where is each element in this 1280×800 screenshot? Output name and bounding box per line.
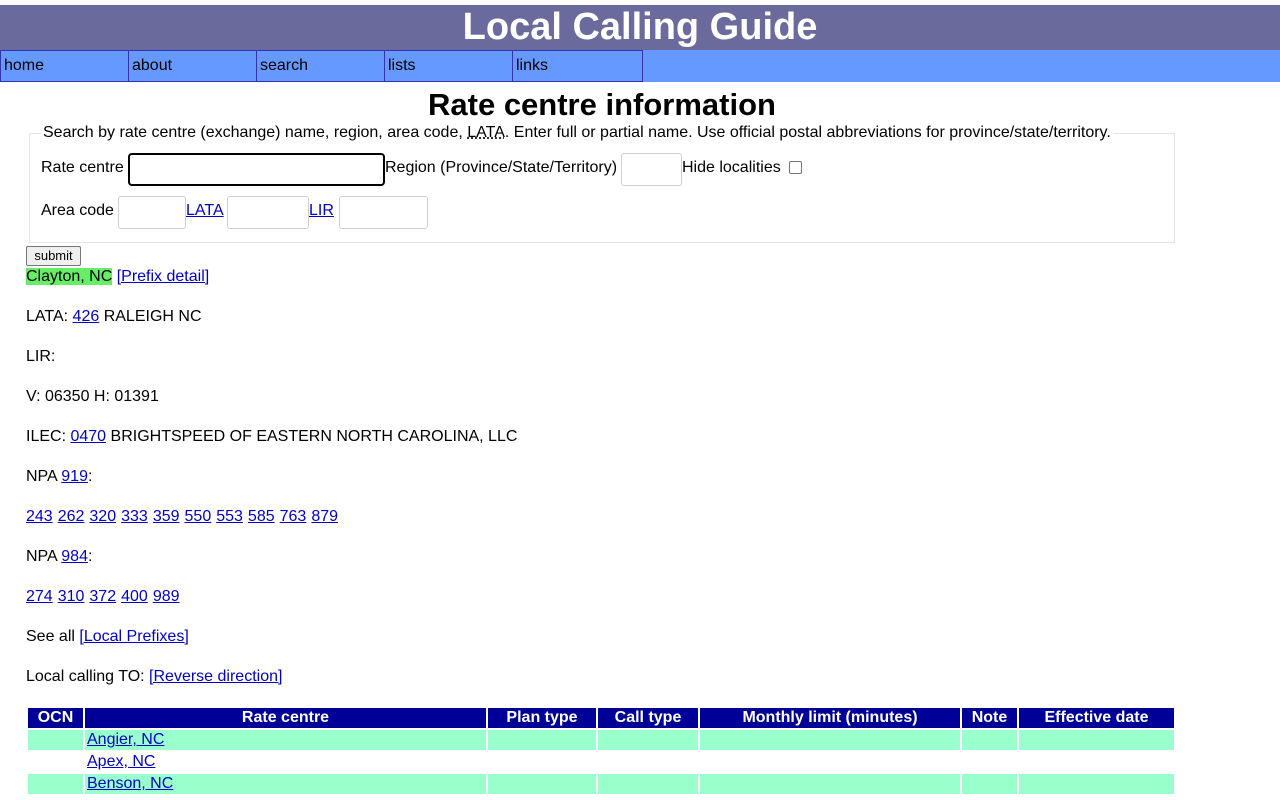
hide-localities-checkbox[interactable]: [789, 161, 802, 174]
nav-item-links[interactable]: links: [512, 50, 643, 82]
lata-name: RALEIGH NC: [103, 308, 202, 325]
rate-centre-label: Rate centre: [41, 159, 124, 176]
top-nav: home about search lists links: [0, 50, 1280, 82]
prefix-link[interactable]: 243: [26, 508, 53, 525]
col-ocn: OCN: [28, 708, 83, 728]
cell-note: [962, 730, 1017, 750]
cell-monthly-limit: [700, 752, 960, 772]
prefix-link[interactable]: 763: [280, 508, 307, 525]
prefix-link[interactable]: 400: [121, 588, 148, 605]
lata-input[interactable]: [227, 196, 309, 229]
lir-input[interactable]: [339, 196, 428, 229]
prefix-link[interactable]: 359: [153, 508, 180, 525]
region-label: Region (Province/State/Territory): [385, 159, 618, 176]
cell-effective-date: [1019, 752, 1174, 772]
rate-centre-heading: Clayton, NC [Prefix detail]: [26, 268, 209, 286]
npa-link-919[interactable]: 919: [61, 468, 88, 485]
prefix-link[interactable]: 879: [311, 508, 338, 525]
cell-note: [962, 774, 1017, 794]
prefix-link[interactable]: 372: [89, 588, 116, 605]
cell-call-type: [598, 752, 698, 772]
cell-call-type: [598, 730, 698, 750]
rate-centre-link[interactable]: Angier, NC: [87, 731, 164, 748]
npa-heading-984: NPA 984:: [26, 548, 93, 565]
cell-monthly-limit: [700, 774, 960, 794]
col-effective-date: Effective date: [1019, 708, 1174, 728]
table-row: Angier, NC: [28, 730, 1174, 750]
cell-plan-type: [488, 774, 596, 794]
prefix-link[interactable]: 320: [89, 508, 116, 525]
rate-centre-link[interactable]: Apex, NC: [87, 753, 155, 770]
ilec-code-link[interactable]: 0470: [70, 428, 106, 445]
cell-call-type: [598, 774, 698, 794]
nav-item-home[interactable]: home: [0, 50, 131, 82]
see-all-line: See all [Local Prefixes]: [26, 628, 189, 645]
reverse-direction-link[interactable]: [Reverse direction]: [149, 668, 282, 685]
cell-monthly-limit: [700, 730, 960, 750]
lata-link[interactable]: LATA: [186, 202, 224, 220]
lata-abbr: LATA: [467, 124, 505, 141]
cell-rate-centre: Apex, NC: [85, 752, 486, 772]
cell-rate-centre: Benson, NC: [85, 774, 486, 794]
table-row: Benson, NC: [28, 774, 1174, 794]
cell-rate-centre: Angier, NC: [85, 730, 486, 750]
lir-link[interactable]: LIR: [309, 202, 334, 220]
cell-effective-date: [1019, 730, 1174, 750]
rate-centre-input[interactable]: [128, 153, 385, 186]
search-legend: Search by rate centre (exchange) name, r…: [41, 124, 1113, 142]
rate-centre-link[interactable]: Benson, NC: [87, 775, 173, 792]
vh-coordinates: V: 06350 H: 01391: [26, 388, 159, 405]
site-title: Local Calling Guide: [0, 5, 1280, 50]
lata-code-link[interactable]: 426: [73, 308, 100, 325]
cell-ocn: [28, 774, 83, 794]
prefix-list-919: 243 262 320 333 359 550 553 585 763 879: [26, 508, 343, 526]
local-calling-line: Local calling TO: [Reverse direction]: [26, 668, 283, 685]
ilec-name: BRIGHTSPEED OF EASTERN NORTH CAROLINA, L…: [110, 428, 518, 445]
nav-item-lists[interactable]: lists: [384, 50, 515, 82]
search-fieldset: [29, 133, 1175, 243]
col-rate-centre: Rate centre: [85, 708, 486, 728]
npa-link-984[interactable]: 984: [61, 548, 88, 565]
cell-plan-type: [488, 730, 596, 750]
col-note: Note: [962, 708, 1017, 728]
local-prefixes-link[interactable]: [Local Prefixes]: [79, 628, 188, 645]
cell-ocn: [28, 730, 83, 750]
region-input[interactable]: [621, 153, 682, 186]
prefix-link[interactable]: 274: [26, 588, 53, 605]
lata-line: LATA: 426 RALEIGH NC: [26, 308, 202, 325]
prefix-link[interactable]: 333: [121, 508, 148, 525]
prefix-link[interactable]: 553: [216, 508, 243, 525]
col-plan-type: Plan type: [488, 708, 596, 728]
prefix-link[interactable]: 585: [248, 508, 275, 525]
prefix-link[interactable]: 989: [153, 588, 180, 605]
col-monthly-limit: Monthly limit (minutes): [700, 708, 960, 728]
cell-plan-type: [488, 752, 596, 772]
area-code-input[interactable]: [118, 196, 186, 229]
nav-item-search[interactable]: search: [256, 50, 387, 82]
cell-ocn: [28, 752, 83, 772]
page-title: Rate centre information: [428, 87, 776, 122]
col-call-type: Call type: [598, 708, 698, 728]
submit-button[interactable]: submit: [26, 246, 81, 266]
table-row: Apex, NC: [28, 752, 1174, 772]
prefix-link[interactable]: 310: [58, 588, 85, 605]
cell-note: [962, 752, 1017, 772]
prefix-link[interactable]: 262: [58, 508, 85, 525]
prefix-list-984: 274 310 372 400 989: [26, 588, 185, 606]
npa-heading-919: NPA 919:: [26, 468, 93, 485]
local-calling-table: OCN Rate centre Plan type Call type Mont…: [26, 706, 1176, 796]
lir-line: LIR:: [26, 348, 56, 365]
prefix-link[interactable]: 550: [185, 508, 212, 525]
hide-localities-label: Hide localities: [682, 159, 781, 176]
prefix-detail-link[interactable]: [Prefix detail]: [117, 268, 209, 285]
table-header-row: OCN Rate centre Plan type Call type Mont…: [28, 708, 1174, 728]
area-code-label: Area code: [41, 202, 114, 219]
ilec-line: ILEC: 0470 BRIGHTSPEED OF EASTERN NORTH …: [26, 428, 518, 445]
cell-effective-date: [1019, 774, 1174, 794]
rate-centre-name: Clayton, NC: [26, 268, 113, 285]
nav-item-about[interactable]: about: [128, 50, 259, 82]
